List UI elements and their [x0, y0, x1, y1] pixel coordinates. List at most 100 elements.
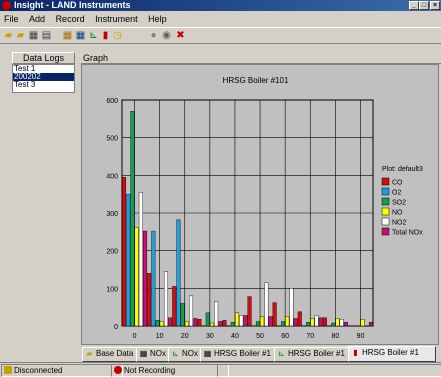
toolbar: ▰ ▰ ▦ ▤ ▦ ▦ ⊾ ▮ ◷ ● ◉ ✖ — [0, 27, 441, 44]
x-tick-label: 70 — [306, 333, 314, 340]
legend-swatch — [381, 177, 390, 186]
clock-icon[interactable]: ◷ — [111, 30, 124, 42]
table-icon[interactable]: ▦ — [61, 30, 74, 42]
data-logs-header: Data Logs — [12, 52, 75, 64]
bar-co — [322, 317, 327, 327]
tab-label: HRSG Boiler #1 — [362, 348, 419, 357]
menu-file[interactable]: File — [3, 14, 20, 24]
bar-total-nox — [368, 322, 373, 327]
x-tick-label: 0 — [133, 333, 137, 340]
line-chart-icon: ⊾ — [172, 349, 179, 358]
bar-no — [235, 312, 240, 327]
legend-label: SO2 — [392, 200, 406, 207]
bar-total-nox — [168, 317, 173, 327]
window-title: Insight - LAND Instruments — [14, 0, 131, 10]
menu-record[interactable]: Record — [55, 14, 86, 24]
base-data-icon: ▰ — [86, 349, 93, 358]
data-log-item[interactable]: Test 3 — [13, 81, 74, 89]
menu-instrument[interactable]: Instrument — [94, 14, 139, 24]
bar-total-nox — [268, 316, 273, 327]
y-tick-label: 0 — [114, 324, 118, 331]
bar-no — [209, 322, 214, 327]
bar-so2 — [230, 322, 235, 327]
chart-title: HRSG Boiler #101 — [223, 76, 289, 85]
table-icon: ▦ — [139, 349, 148, 358]
app-icon — [2, 1, 11, 10]
bar-no — [310, 318, 315, 327]
stop-icon[interactable]: ✖ — [174, 30, 187, 42]
bar-no2 — [264, 282, 269, 327]
legend-label: NO — [392, 210, 403, 217]
bar-chart: HRSG Boiler #101 0 100 200 300 400 500 600 0 10 20… — [106, 76, 423, 340]
legend-swatch — [381, 217, 390, 226]
x-tick-label: 40 — [231, 333, 239, 340]
bar-no — [159, 321, 164, 327]
bar-no — [360, 319, 365, 327]
status-empty-pane — [217, 364, 441, 377]
bar-so2 — [255, 321, 260, 327]
bar-co — [172, 286, 177, 327]
bar-so2 — [331, 322, 336, 327]
open-icon[interactable]: ▰ — [14, 30, 27, 42]
title-bar: Insight - LAND Instruments _ □ × — [0, 0, 441, 11]
bar-co — [297, 311, 302, 327]
bar-so2 — [205, 312, 210, 327]
bar-total-nox — [318, 317, 323, 327]
bar-no — [184, 321, 189, 327]
record-icon[interactable]: ● — [147, 30, 160, 42]
legend-title: Plot: default3 — [382, 166, 423, 173]
bar-o2 — [126, 193, 131, 327]
bar-no2 — [289, 288, 294, 327]
y-tick-label: 500 — [106, 136, 118, 143]
tab-label: NOx — [150, 349, 166, 358]
bar-so2 — [155, 320, 160, 327]
tab-hrsg-bar[interactable]: ▮ HRSG Boiler #1 — [348, 346, 436, 362]
x-tick-label: 30 — [206, 333, 214, 340]
legend-swatch — [381, 197, 390, 206]
print-icon[interactable]: ▤ — [40, 30, 53, 42]
bar-no2 — [189, 295, 194, 327]
status-bar: Disconnected Not Recording — [0, 362, 441, 377]
close-button[interactable]: × — [430, 1, 440, 10]
x-tick-label: 60 — [281, 333, 289, 340]
bar-no2 — [214, 301, 219, 327]
connection-text: Disconnected — [14, 366, 63, 375]
save-icon[interactable]: ▦ — [27, 30, 40, 42]
bar-total-nox — [143, 230, 148, 327]
bar-no — [260, 316, 265, 327]
bar-chart-icon: ▮ — [353, 348, 358, 357]
tab-label: NOx — [182, 349, 198, 358]
bar-o2 — [151, 230, 156, 327]
legend-label: NO2 — [392, 220, 407, 227]
graph-panel: HRSG Boiler #101 0 100 200 300 400 500 600 0 10 20… — [81, 64, 439, 345]
legend-label: O2 — [392, 190, 401, 197]
graph-label: Graph — [81, 52, 441, 64]
bar-total-nox — [243, 315, 248, 327]
legend-label: CO — [392, 180, 403, 187]
tab-label: HRSG Boiler #1 — [214, 349, 271, 358]
table-icon: ▦ — [203, 349, 212, 358]
bar-so2 — [180, 303, 185, 327]
bar-co — [272, 302, 277, 327]
bar-total-nox — [193, 318, 198, 327]
bar-co — [222, 320, 227, 327]
maximize-button[interactable]: □ — [419, 1, 429, 10]
tab-label: HRSG Boiler #1 — [288, 349, 345, 358]
menu-help[interactable]: Help — [147, 14, 168, 24]
bar-o2 — [176, 219, 181, 327]
x-tick-label: 90 — [357, 333, 365, 340]
bar-no — [134, 227, 139, 327]
bar-so2 — [130, 111, 135, 327]
bar-no2 — [163, 271, 168, 327]
menu-add[interactable]: Add — [28, 14, 46, 24]
legend-label: Total NOx — [392, 230, 423, 237]
legend-swatch — [381, 187, 390, 196]
binoculars-icon[interactable]: ◉ — [160, 30, 173, 42]
data-grid-icon[interactable]: ▦ — [74, 30, 87, 42]
legend-swatch — [381, 207, 390, 216]
connection-status: Disconnected — [1, 364, 123, 377]
x-tick-label: 80 — [331, 333, 339, 340]
minimize-button[interactable]: _ — [409, 1, 419, 10]
bar-co — [122, 177, 127, 327]
bar-so2 — [306, 322, 311, 327]
